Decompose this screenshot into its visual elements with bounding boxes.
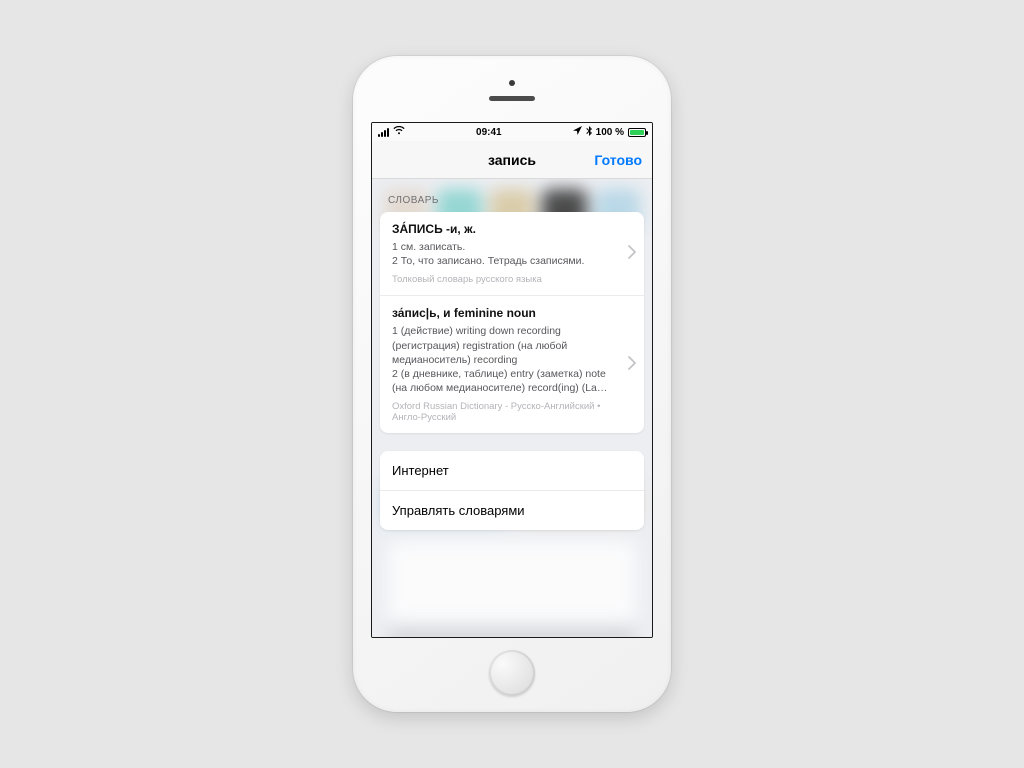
dictionary-entry[interactable]: ЗА́ПИСЬ -и, ж. 1 см. записать. 2 То, что… [380, 212, 644, 296]
bluetooth-icon [586, 126, 592, 139]
status-left [378, 126, 405, 138]
manage-dictionaries-button[interactable]: Управлять словарями [380, 491, 644, 530]
entry-source: Oxford Russian Dictionary - Русско-Англи… [392, 401, 632, 423]
dictionary-results-group: ЗА́ПИСЬ -и, ж. 1 см. записать. 2 То, что… [380, 212, 644, 433]
nav-title: запись [488, 152, 536, 168]
entry-title: ЗА́ПИСЬ -и, ж. [392, 222, 632, 236]
status-right: 100 % [573, 126, 646, 139]
entry-body: 1 см. записать. 2 То, что записано. Тетр… [392, 240, 632, 268]
phone-screen: 09:41 100 % запись Готово [371, 122, 653, 638]
done-button[interactable]: Готово [594, 152, 642, 168]
lookup-overlay: СЛОВАРЬ ЗА́ПИСЬ -и, ж. 1 см. записать. 2… [372, 179, 652, 637]
content-area: СЛОВАРЬ ЗА́ПИСЬ -и, ж. 1 см. записать. 2… [372, 179, 652, 637]
entry-source: Толковый словарь русского языка [392, 274, 632, 285]
speaker-grille [489, 96, 535, 101]
entry-body: 1 (действие) writing down recording (рег… [392, 324, 632, 395]
iphone-device-frame: 09:41 100 % запись Готово [353, 56, 671, 712]
wifi-icon [393, 126, 405, 138]
battery-percent: 100 % [596, 127, 624, 138]
status-bar: 09:41 100 % [372, 123, 652, 141]
navigation-bar: запись Готово [372, 141, 652, 179]
location-icon [573, 126, 582, 138]
actions-group: Интернет Управлять словарями [380, 451, 644, 530]
battery-icon [628, 128, 646, 137]
entry-title: за́пис|ь, и feminine noun [392, 306, 632, 320]
section-header-dictionary: СЛОВАРЬ [380, 189, 644, 212]
chevron-right-icon [628, 245, 636, 263]
search-web-button[interactable]: Интернет [380, 451, 644, 491]
cellular-signal-icon [378, 128, 389, 137]
status-time: 09:41 [476, 127, 502, 138]
chevron-right-icon [628, 356, 636, 374]
home-button[interactable] [489, 650, 535, 696]
sensor-dot [509, 80, 515, 86]
dictionary-entry[interactable]: за́пис|ь, и feminine noun 1 (действие) w… [380, 296, 644, 433]
